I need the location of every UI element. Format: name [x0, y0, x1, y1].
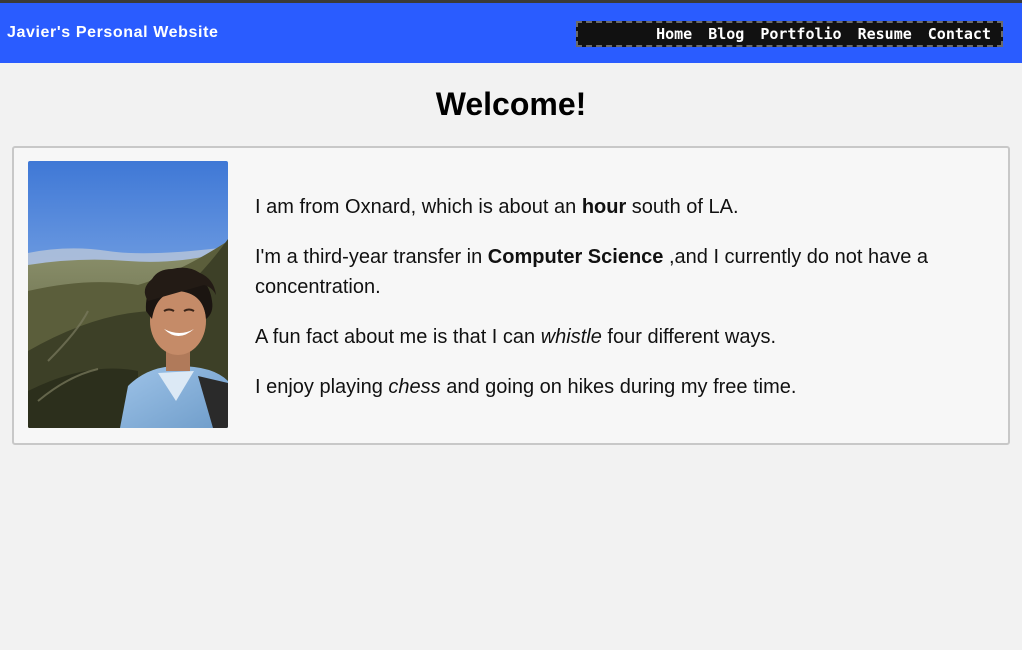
bio-paragraph-fun-fact: A fun fact about me is that I can whistl…: [255, 326, 777, 348]
bio-paragraph-hobbies: I enjoy playing chess and going on hikes…: [255, 376, 797, 398]
nav-link-home[interactable]: Home: [656, 26, 692, 42]
site-title[interactable]: Javier's Personal Website: [7, 24, 219, 42]
main-nav: Home Blog Portfolio Resume Contact: [576, 21, 1003, 47]
profile-photo: [28, 161, 228, 428]
about-card: I am from Oxnard, which is about an hour…: [12, 146, 1010, 445]
nav-link-resume[interactable]: Resume: [858, 26, 912, 42]
nav-link-portfolio[interactable]: Portfolio: [760, 26, 841, 42]
nav-link-contact[interactable]: Contact: [928, 26, 991, 42]
bio-paragraph-hometown: I am from Oxnard, which is about an hour…: [255, 196, 739, 218]
nav-link-blog[interactable]: Blog: [708, 26, 744, 42]
page-title: Welcome!: [435, 86, 587, 122]
site-header: Javier's Personal Website Home Blog Port…: [0, 3, 1022, 63]
bio-text: I am from Oxnard, which is about an hour…: [255, 192, 975, 422]
bio-paragraph-major: I'm a third-year transfer in Computer Sc…: [255, 246, 929, 298]
